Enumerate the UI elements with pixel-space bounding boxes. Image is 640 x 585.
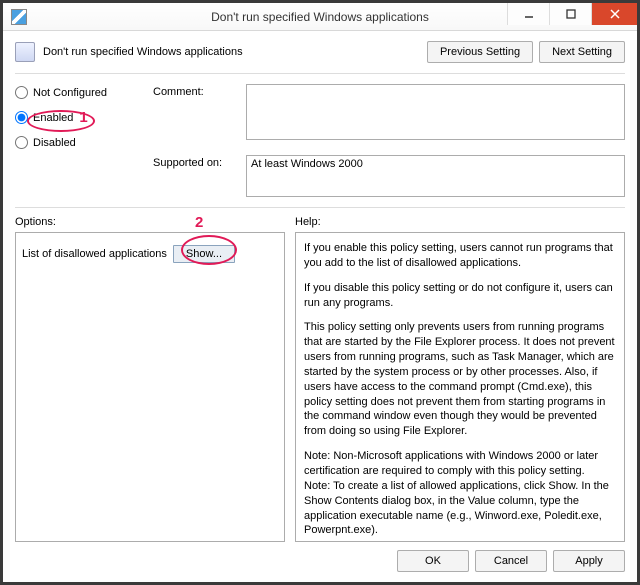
radio-not-configured-input[interactable]: [15, 86, 28, 99]
radio-disabled-input[interactable]: [15, 136, 28, 149]
annotation-2: 2: [195, 214, 203, 231]
radio-disabled[interactable]: Disabled: [15, 136, 145, 149]
help-text-p3: This policy setting only prevents users …: [304, 320, 616, 439]
divider: [15, 73, 625, 74]
close-icon: [610, 9, 620, 19]
comment-field[interactable]: [246, 84, 625, 140]
disallowed-list-label: List of disallowed applications: [22, 248, 167, 260]
radio-disabled-label: Disabled: [33, 137, 76, 149]
radio-not-configured[interactable]: Not Configured: [15, 86, 145, 99]
cancel-button[interactable]: Cancel: [475, 550, 547, 572]
ok-button[interactable]: OK: [397, 550, 469, 572]
comment-label: Comment:: [153, 84, 238, 98]
maximize-icon: [566, 9, 576, 19]
policy-icon: [15, 42, 35, 62]
annotation-1: 1: [79, 109, 87, 126]
radio-enabled-input[interactable]: [15, 111, 28, 124]
maximize-button[interactable]: [549, 3, 591, 25]
radio-not-configured-label: Not Configured: [33, 87, 107, 99]
supported-on-field: [246, 155, 625, 197]
policy-title: Don't run specified Windows applications: [43, 46, 243, 58]
show-button[interactable]: Show...: [173, 245, 235, 263]
help-text-p2: If you disable this policy setting or do…: [304, 281, 616, 311]
help-text-p4: Note: Non-Microsoft applications with Wi…: [304, 449, 616, 538]
previous-setting-button[interactable]: Previous Setting: [427, 41, 533, 63]
radio-enabled[interactable]: Enabled: [15, 111, 73, 124]
help-panel[interactable]: If you enable this policy setting, users…: [295, 232, 625, 542]
titlebar: Don't run specified Windows applications: [3, 3, 637, 31]
options-label: Options:: [15, 216, 285, 228]
options-panel: List of disallowed applications Show...: [15, 232, 285, 542]
apply-button[interactable]: Apply: [553, 550, 625, 572]
next-setting-button[interactable]: Next Setting: [539, 41, 625, 63]
minimize-button[interactable]: [507, 3, 549, 25]
window-controls: [507, 3, 637, 25]
close-button[interactable]: [591, 3, 637, 25]
help-label: Help:: [295, 216, 625, 228]
divider-2: [15, 207, 625, 208]
minimize-icon: [524, 9, 534, 19]
radio-enabled-label: Enabled: [33, 112, 73, 124]
help-text-p1: If you enable this policy setting, users…: [304, 241, 616, 271]
supported-on-label: Supported on:: [153, 155, 238, 169]
